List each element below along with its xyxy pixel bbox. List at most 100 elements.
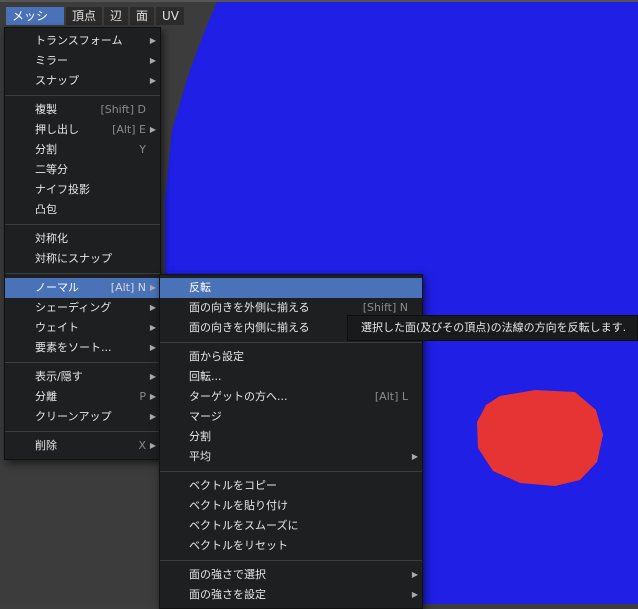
- mesh-menu-item[interactable]: 複製 [Shift] D: [5, 100, 160, 120]
- normals-menu-separator: [160, 342, 422, 343]
- header-bar: メッシュ 頂点 辺 面 UV: [0, 0, 638, 41]
- mesh-menu-item[interactable]: 分割 Y: [5, 140, 160, 160]
- chevron-right-icon: ▶: [149, 56, 156, 65]
- normals-menu-item-label: 面の強さを設定: [189, 588, 266, 601]
- normals-menu-item[interactable]: 平均 ▶: [160, 447, 422, 467]
- chevron-right-icon: ▶: [149, 36, 156, 45]
- normals-menu-item-shortcut: [Alt] L: [374, 390, 408, 403]
- tooltip-text: 選択した面(及びその頂点)の法線の方向を反転します.: [361, 321, 627, 334]
- mesh-menu-item[interactable]: 二等分: [5, 160, 160, 180]
- normals-menu-item-label: ベクトルをスムーズに: [189, 519, 299, 532]
- normals-menu-item-label: ターゲットの方へ...: [189, 390, 288, 403]
- mesh-menu-item[interactable]: 削除 X ▶: [5, 436, 160, 456]
- mesh-menu-item-label: 複製: [35, 103, 57, 116]
- normals-menu-separator: [160, 560, 422, 561]
- mesh-menu-item[interactable]: ウェイト ▶: [5, 318, 160, 338]
- mesh-menu-item[interactable]: 分離 P ▶: [5, 387, 160, 407]
- mesh-menu-separator: [5, 273, 160, 274]
- menu-vertex[interactable]: 頂点: [66, 7, 102, 25]
- normals-menu-item[interactable]: ベクトルをコピー: [160, 476, 422, 496]
- normals-menu-item[interactable]: 面から設定: [160, 347, 422, 367]
- mesh-menu-item-label: 凸包: [35, 203, 57, 216]
- chevron-right-icon: ▶: [411, 570, 418, 579]
- chevron-right-icon: ▶: [149, 303, 156, 312]
- mesh-menu-item-label: トランスフォーム: [35, 34, 123, 47]
- chevron-right-icon: ▶: [149, 76, 156, 85]
- menu-edge[interactable]: 辺: [104, 7, 128, 25]
- mesh-menu-item-label: 押し出し: [35, 123, 79, 136]
- chevron-right-icon: ▶: [149, 323, 156, 332]
- menu-uv[interactable]: UV: [156, 7, 184, 25]
- normals-menu-item[interactable]: ベクトルをスムーズに: [160, 516, 422, 536]
- mesh-menu-item-label: ナイフ投影: [35, 183, 90, 196]
- mesh-menu-item[interactable]: 凸包: [5, 200, 160, 220]
- mesh-menu-item[interactable]: ミラー ▶: [5, 51, 160, 71]
- mesh-menu-item[interactable]: 表示/隠す ▶: [5, 367, 160, 387]
- mesh-menu-item-label: ミラー: [35, 54, 68, 67]
- normals-menu-item[interactable]: 面の強さで選択 ▶: [160, 565, 422, 585]
- mesh-menu-item[interactable]: ノーマル [Alt] N ▶: [5, 278, 160, 298]
- normals-menu-item[interactable]: ターゲットの方へ... [Alt] L: [160, 387, 422, 407]
- mesh-menu-item[interactable]: シェーディング ▶: [5, 298, 160, 318]
- mesh-menu-item[interactable]: 対称化: [5, 229, 160, 249]
- mesh-menu-item[interactable]: 要素をソート... ▶: [5, 338, 160, 358]
- normals-menu-item-label: 面の強さで選択: [189, 568, 266, 581]
- mesh-menu-item-shortcut: X: [138, 439, 146, 452]
- chevron-right-icon: ▶: [411, 590, 418, 599]
- selected-face-red[interactable]: [477, 390, 603, 486]
- menu-face[interactable]: 面: [130, 7, 154, 25]
- normals-menu-item-label: マージ: [189, 410, 222, 423]
- mesh-menu-separator: [5, 95, 160, 96]
- chevron-right-icon: ▶: [149, 441, 156, 450]
- normals-menu-item[interactable]: 回転...: [160, 367, 422, 387]
- normals-menu-item-label: 面の向きを外側に揃える: [189, 301, 310, 314]
- mesh-menu-item-label: 二等分: [35, 163, 68, 176]
- mesh-menu-item-label: ウェイト: [35, 321, 79, 334]
- normals-menu-item[interactable]: 面の強さを設定 ▶: [160, 585, 422, 605]
- chevron-right-icon: ▶: [149, 392, 156, 401]
- mesh-menu-item[interactable]: トランスフォーム ▶: [5, 31, 160, 51]
- normals-menu-item-label: 面の向きを内側に揃える: [189, 321, 310, 334]
- mesh-menu-item-label: 要素をソート...: [35, 341, 112, 354]
- normals-menu-item[interactable]: マージ: [160, 407, 422, 427]
- mesh-menu-separator: [5, 224, 160, 225]
- normals-menu-item-label: 反転: [189, 281, 211, 294]
- header-top-line: [0, 0, 638, 2]
- normals-menu-item-label: ベクトルをリセット: [189, 539, 288, 552]
- normals-menu-item-label: 分割: [189, 430, 211, 443]
- chevron-right-icon: ▶: [149, 372, 156, 381]
- mesh-menu-separator: [5, 431, 160, 432]
- mesh-menu-item-label: シェーディング: [35, 301, 112, 314]
- normals-menu-item-label: ベクトルを貼り付け: [189, 499, 288, 512]
- mesh-menu-item[interactable]: クリーンアップ ▶: [5, 407, 160, 427]
- mesh-menu-item-label: ノーマル: [35, 281, 79, 294]
- mesh-menu-item[interactable]: ナイフ投影: [5, 180, 160, 200]
- mesh-menu-item-label: 分割: [35, 143, 57, 156]
- normals-menu-item-label: 回転...: [189, 370, 222, 383]
- mesh-menu-item-label: 削除: [35, 439, 57, 452]
- tooltip: 選択した面(及びその頂点)の法線の方向を反転します.: [347, 315, 638, 341]
- menu-mesh[interactable]: メッシュ: [6, 7, 64, 41]
- mesh-menu-item[interactable]: 押し出し [Alt] E ▶: [5, 120, 160, 140]
- mesh-menu-item-label: 分離: [35, 390, 57, 403]
- mesh-menu-item-label: クリーンアップ: [35, 410, 112, 423]
- chevron-right-icon: ▶: [149, 125, 156, 134]
- mesh-menu-separator: [5, 362, 160, 363]
- normals-menu-item[interactable]: 反転: [160, 278, 422, 298]
- mesh-menu-item-label: 対称にスナップ: [35, 252, 112, 265]
- mesh-menu-item-label: 対称化: [35, 232, 68, 245]
- chevron-right-icon: ▶: [149, 283, 156, 292]
- normals-menu-item[interactable]: 分割: [160, 427, 422, 447]
- normals-menu-item[interactable]: ベクトルをリセット: [160, 536, 422, 556]
- chevron-right-icon: ▶: [411, 452, 418, 461]
- mesh-menu-item-shortcut: Y: [139, 143, 146, 156]
- normals-menu-item-label: ベクトルをコピー: [189, 479, 277, 492]
- normals-menu-item[interactable]: ベクトルを貼り付け: [160, 496, 422, 516]
- mesh-menu-item[interactable]: スナップ ▶: [5, 71, 160, 91]
- chevron-right-icon: ▶: [149, 412, 156, 421]
- normals-menu-item-label: 平均: [189, 450, 211, 463]
- normals-menu-separator: [160, 471, 422, 472]
- mesh-menu-item-shortcut: [Alt] E: [112, 123, 146, 136]
- normals-menu-item-label: 面から設定: [189, 350, 244, 363]
- mesh-menu-item[interactable]: 対称にスナップ: [5, 249, 160, 269]
